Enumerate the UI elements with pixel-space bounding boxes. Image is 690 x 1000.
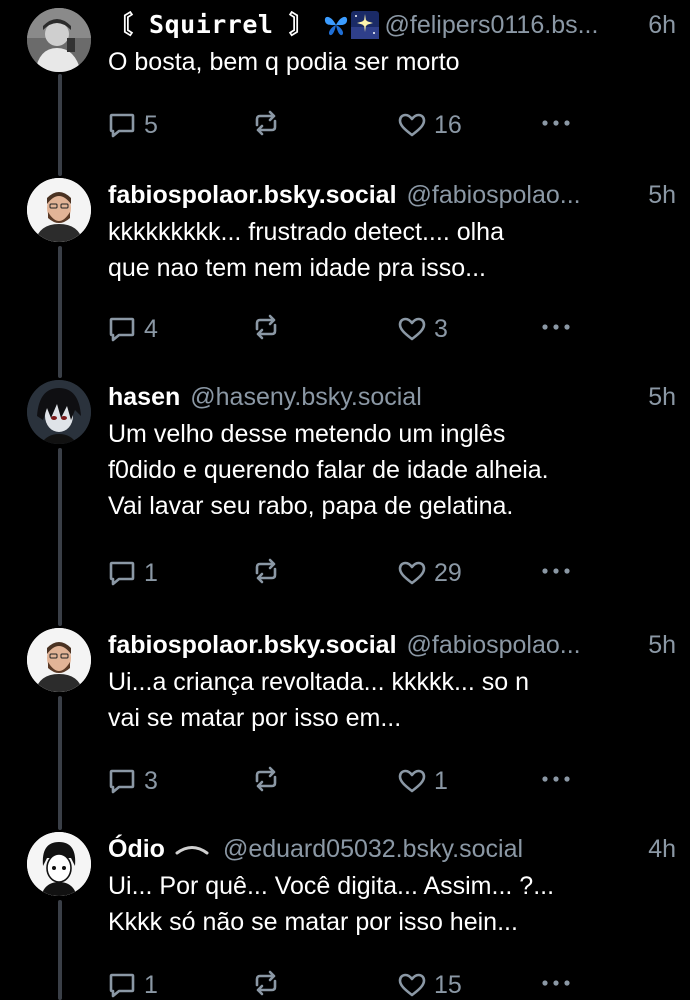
user-handle[interactable]: @fabiospolao...: [407, 628, 637, 662]
sparkle-night-icon: [350, 11, 379, 39]
more-options-button[interactable]: [540, 970, 572, 996]
like-count: 16: [434, 111, 462, 139]
user-handle[interactable]: @haseny.bsky.social: [190, 380, 636, 414]
post-actions: 5 16: [108, 110, 668, 140]
repost-button[interactable]: [252, 110, 280, 136]
like-button[interactable]: 16: [398, 110, 462, 140]
more-options-button[interactable]: [540, 314, 572, 340]
like-button[interactable]: 15: [398, 970, 462, 1000]
user-handle[interactable]: @fabiospolao...: [407, 178, 637, 212]
speech-bubble-icon: [109, 317, 135, 342]
ellipsis-icon: [542, 324, 570, 330]
arc-decoration-icon: [175, 846, 209, 855]
avatar[interactable]: [27, 380, 91, 444]
like-count: 15: [434, 971, 462, 999]
thread-line: [58, 900, 62, 1000]
repost-button[interactable]: [252, 314, 280, 340]
post-time: 5h: [648, 631, 676, 659]
avatar[interactable]: [27, 832, 91, 896]
more-options-button[interactable]: [540, 766, 572, 792]
post-actions: 4 3: [108, 314, 668, 344]
repost-button[interactable]: [252, 558, 280, 584]
post-text: O bosta, bem q podia ser morto: [108, 48, 460, 76]
repost-arrows-icon: [255, 558, 277, 584]
post-actions: 1 29: [108, 558, 668, 588]
more-options-button[interactable]: [540, 110, 572, 136]
like-count: 3: [434, 315, 448, 343]
heart-icon: [398, 317, 426, 341]
like-count: 29: [434, 559, 462, 587]
post-actions: 1 15: [108, 970, 668, 1000]
post-time: 5h: [648, 383, 676, 411]
like-button[interactable]: 3: [398, 314, 448, 344]
ellipsis-icon: [542, 776, 570, 782]
thread-line: [58, 448, 62, 626]
user-handle[interactable]: @felipers0116.bs...: [385, 8, 637, 42]
reply-button[interactable]: 1: [108, 970, 158, 1000]
heart-icon: [398, 973, 426, 997]
reply-count: 1: [144, 559, 158, 587]
repost-arrows-icon: [255, 970, 277, 996]
display-name[interactable]: Ódio: [108, 832, 165, 866]
like-button[interactable]: 1: [398, 766, 448, 796]
display-name[interactable]: 〘 Squirrel 〙: [108, 8, 315, 42]
post-text: Um velho desse metendo um inglês f0dido …: [108, 420, 549, 520]
repost-button[interactable]: [252, 970, 280, 996]
reply-button[interactable]: 4: [108, 314, 158, 344]
post-time: 4h: [648, 835, 676, 863]
reply-count: 3: [144, 767, 158, 795]
repost-button[interactable]: [252, 766, 280, 792]
repost-arrows-icon: [255, 314, 277, 340]
post-text: kkkkkkkkk... frustrado detect.... olha q…: [108, 218, 504, 282]
more-options-button[interactable]: [540, 558, 572, 584]
name-decoration: [323, 11, 379, 39]
user-handle[interactable]: @eduard05032.bsky.social: [223, 832, 636, 866]
thread-line: [58, 696, 62, 830]
avatar[interactable]: [27, 628, 91, 692]
repost-arrows-icon: [255, 766, 277, 792]
post-actions: 3 1: [108, 766, 668, 796]
speech-bubble-icon: [109, 113, 135, 138]
reply-button[interactable]: 1: [108, 558, 158, 588]
repost-arrows-icon: [255, 110, 277, 136]
reply-button[interactable]: 5: [108, 110, 158, 140]
reply-count: 4: [144, 315, 158, 343]
post-time: 5h: [648, 181, 676, 209]
post-text: Ui...a criança revoltada... kkkkk... so …: [108, 668, 529, 732]
display-name[interactable]: hasen: [108, 380, 180, 414]
avatar[interactable]: [27, 8, 91, 72]
speech-bubble-icon: [109, 561, 135, 586]
reply-count: 1: [144, 971, 158, 999]
butterfly-icon: [324, 16, 347, 36]
ellipsis-icon: [542, 120, 570, 126]
display-name[interactable]: fabiospolaor.bsky.social: [108, 178, 397, 212]
display-name[interactable]: fabiospolaor.bsky.social: [108, 628, 397, 662]
name-decoration: [175, 842, 209, 856]
thread-line: [58, 74, 62, 176]
post-text: Ui... Por quê... Você digita... Assim...…: [108, 872, 555, 936]
reply-button[interactable]: 3: [108, 766, 158, 796]
speech-bubble-icon: [109, 973, 135, 998]
heart-icon: [398, 113, 426, 137]
ellipsis-icon: [542, 568, 570, 574]
thread-line: [58, 246, 62, 378]
like-count: 1: [434, 767, 448, 795]
speech-bubble-icon: [109, 769, 135, 794]
reply-count: 5: [144, 111, 158, 139]
heart-icon: [398, 561, 426, 585]
heart-icon: [398, 769, 426, 793]
avatar[interactable]: [27, 178, 91, 242]
like-button[interactable]: 29: [398, 558, 462, 588]
ellipsis-icon: [542, 980, 570, 986]
post-time: 6h: [648, 11, 676, 39]
